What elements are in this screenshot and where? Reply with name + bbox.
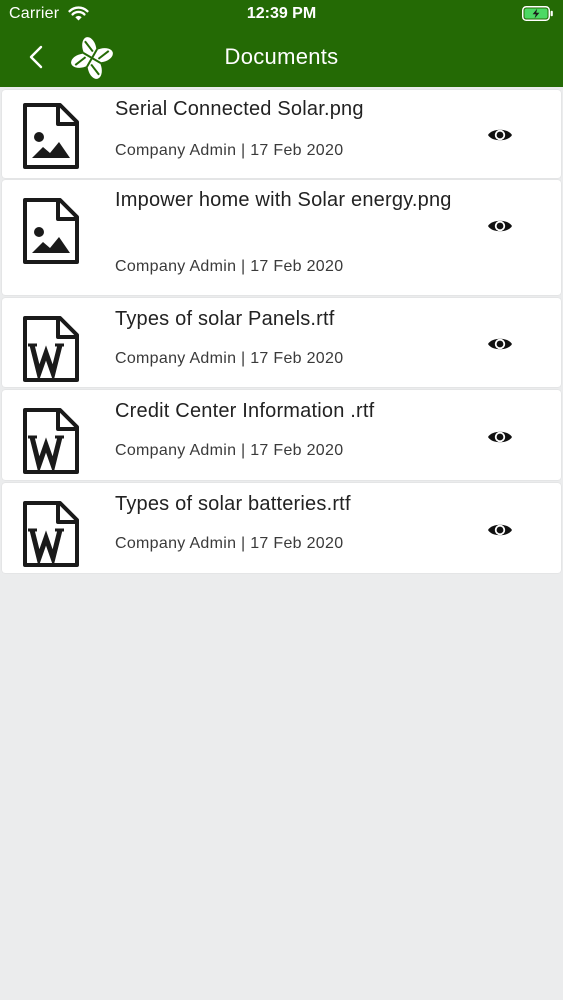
document-row[interactable]: Impower home with Solar energy.png Compa… — [2, 180, 561, 295]
document-meta: Company Admin | 17 Feb 2020 — [115, 442, 344, 459]
document-name: Impower home with Solar energy.png — [115, 189, 452, 211]
document-name: Serial Connected Solar.png — [115, 98, 364, 120]
status-bar: Carrier 12:39 PM — [0, 0, 563, 30]
eye-icon[interactable] — [487, 335, 513, 353]
document-name: Credit Center Information .rtf — [115, 400, 375, 422]
eye-icon[interactable] — [487, 217, 513, 235]
document-row[interactable]: Types of solar batteries.rtf Company Adm… — [2, 483, 561, 573]
document-meta: Company Admin | 17 Feb 2020 — [115, 142, 344, 159]
document-row[interactable]: Types of solar Panels.rtf Company Admin … — [2, 298, 561, 387]
navigation-bar: Documents — [0, 30, 563, 87]
status-time: 12:39 PM — [246, 5, 317, 22]
word-file-icon — [23, 316, 79, 382]
document-name: Types of solar batteries.rtf — [115, 493, 351, 515]
eye-icon[interactable] — [487, 428, 513, 446]
document-row[interactable]: Serial Connected Solar.png Company Admin… — [2, 90, 561, 178]
word-file-icon — [23, 501, 79, 567]
battery-charging-icon — [522, 6, 553, 21]
page-title: Documents — [224, 44, 339, 69]
eye-icon[interactable] — [487, 126, 513, 144]
document-meta: Company Admin | 17 Feb 2020 — [115, 258, 344, 275]
word-file-icon — [23, 408, 79, 474]
image-file-icon — [23, 103, 79, 169]
document-row[interactable]: Credit Center Information .rtf Company A… — [2, 390, 561, 480]
document-name: Types of solar Panels.rtf — [115, 308, 335, 330]
image-file-icon — [23, 198, 79, 264]
document-meta: Company Admin | 17 Feb 2020 — [115, 350, 344, 367]
top-bar: Carrier 12:39 PM Documents — [0, 0, 563, 87]
document-meta: Company Admin | 17 Feb 2020 — [115, 535, 344, 552]
eye-icon[interactable] — [487, 521, 513, 539]
